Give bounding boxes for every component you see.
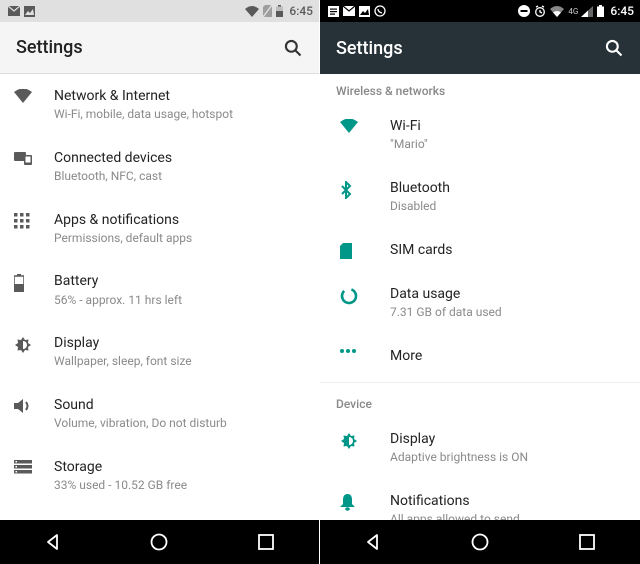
wifi-icon [245, 6, 259, 17]
row-label: Notifications [390, 492, 624, 510]
search-icon[interactable] [283, 38, 303, 58]
row-wifi[interactable]: Wi-Fi "Mario" [320, 104, 640, 166]
row-sim[interactable]: SIM cards [320, 228, 640, 272]
nav-home-button[interactable] [469, 531, 491, 553]
status-time: 6:45 [289, 4, 313, 18]
row-sound[interactable]: Sound Volume, vibration, Do not disturb [0, 383, 319, 445]
apps-icon [14, 211, 54, 229]
row-bluetooth[interactable]: Bluetooth Disabled [320, 166, 640, 228]
row-label: SIM cards [390, 241, 624, 259]
divider [320, 382, 640, 383]
brightness-icon [14, 334, 54, 354]
row-sub: Permissions, default apps [54, 231, 303, 247]
row-label: Battery [54, 272, 303, 290]
more-icon [334, 347, 390, 353]
data-usage-icon [334, 285, 390, 305]
signal-bars-icon [581, 6, 593, 17]
nav-recent-button[interactable] [255, 531, 277, 553]
row-sub: 7.31 GB of data used [390, 305, 624, 321]
image-icon [24, 6, 35, 17]
row-label: Apps & notifications [54, 211, 303, 229]
battery-icon [276, 5, 283, 17]
right-phone: 4G 6:45 Settings Wireless & networks Wi-… [320, 0, 640, 564]
alarm-icon [534, 5, 546, 17]
row-storage[interactable]: Storage 33% used - 10.52 GB free [0, 445, 319, 507]
row-label: Sound [54, 396, 303, 414]
row-label: Connected devices [54, 149, 303, 167]
row-data-usage[interactable]: Data usage 7.31 GB of data used [320, 272, 640, 334]
row-more[interactable]: More [320, 334, 640, 378]
row-apps[interactable]: Apps & notifications Permissions, default… [0, 198, 319, 260]
row-sub: Wallpaper, sleep, font size [54, 354, 303, 370]
nav-recent-button[interactable] [576, 531, 598, 553]
nav-bar [320, 520, 640, 564]
signal-icon: 4G [568, 7, 578, 16]
row-label: More [390, 347, 624, 365]
left-phone: 6:45 Settings Network & Internet Wi-Fi, m… [0, 0, 320, 564]
appbar-title: Settings [336, 38, 604, 59]
appbar-title: Settings [16, 37, 283, 58]
wifi-icon [14, 87, 54, 103]
wifi-icon [550, 6, 564, 17]
row-label: Display [390, 430, 624, 448]
appbar: Settings [320, 22, 640, 74]
row-label: Display [54, 334, 303, 352]
row-label: Network & Internet [54, 87, 303, 105]
row-sub: 56% - approx. 11 hrs left [54, 293, 303, 309]
appbar: Settings [0, 22, 319, 74]
battery-icon [597, 5, 604, 17]
no-sim-icon [263, 5, 272, 17]
dnd-icon [518, 5, 530, 17]
wifi-icon [334, 117, 390, 133]
row-sub: Volume, vibration, Do not disturb [54, 416, 303, 432]
row-battery[interactable]: Battery 56% - approx. 11 hrs left [0, 259, 319, 321]
row-display[interactable]: Display Wallpaper, sleep, font size [0, 321, 319, 383]
image-icon [359, 6, 370, 17]
nav-home-button[interactable] [148, 531, 170, 553]
section-device: Device [320, 387, 640, 417]
status-time: 6:45 [610, 4, 634, 18]
row-display[interactable]: Display Adaptive brightness is ON [320, 417, 640, 479]
whatsapp-icon [374, 5, 386, 17]
row-label: Data usage [390, 285, 624, 303]
row-label: Storage [54, 458, 303, 476]
row-connected-devices[interactable]: Connected devices Bluetooth, NFC, cast [0, 136, 319, 198]
notif-icon [328, 6, 339, 17]
row-sub: "Mario" [390, 137, 624, 153]
row-security[interactable]: Security & screen lockLocation, fingerpr… [0, 506, 319, 520]
nav-bar [0, 520, 319, 564]
row-sub: Bluetooth, NFC, cast [54, 169, 303, 185]
gmail-icon [343, 6, 355, 16]
row-label: Bluetooth [390, 179, 624, 197]
row-sub: All apps allowed to send [390, 512, 624, 520]
sim-icon [334, 241, 390, 259]
row-sub: Wi-Fi, mobile, data usage, hotspot [54, 107, 303, 123]
row-network[interactable]: Network & Internet Wi-Fi, mobile, data us… [0, 74, 319, 136]
row-notifications[interactable]: Notifications All apps allowed to send [320, 479, 640, 521]
devices-icon [14, 149, 54, 165]
section-wireless: Wireless & networks [320, 74, 640, 104]
status-bar: 6:45 [0, 0, 319, 22]
status-bar: 4G 6:45 [320, 0, 640, 22]
gmail-icon [8, 6, 20, 16]
row-sub: 33% used - 10.52 GB free [54, 478, 303, 494]
bluetooth-icon [334, 179, 390, 199]
search-icon[interactable] [604, 38, 624, 58]
row-label: Wi-Fi [390, 117, 624, 135]
row-sub: Disabled [390, 199, 624, 215]
nav-back-button[interactable] [362, 531, 384, 553]
bell-icon [334, 492, 390, 511]
brightness-icon [334, 430, 390, 450]
sound-icon [14, 396, 54, 414]
row-sub: Adaptive brightness is ON [390, 450, 624, 466]
storage-icon [14, 458, 54, 474]
battery-icon [14, 272, 54, 292]
settings-list: Wireless & networks Wi-Fi "Mario" Bluetoo… [320, 74, 640, 520]
settings-list: Network & Internet Wi-Fi, mobile, data us… [0, 74, 319, 520]
nav-back-button[interactable] [42, 531, 64, 553]
